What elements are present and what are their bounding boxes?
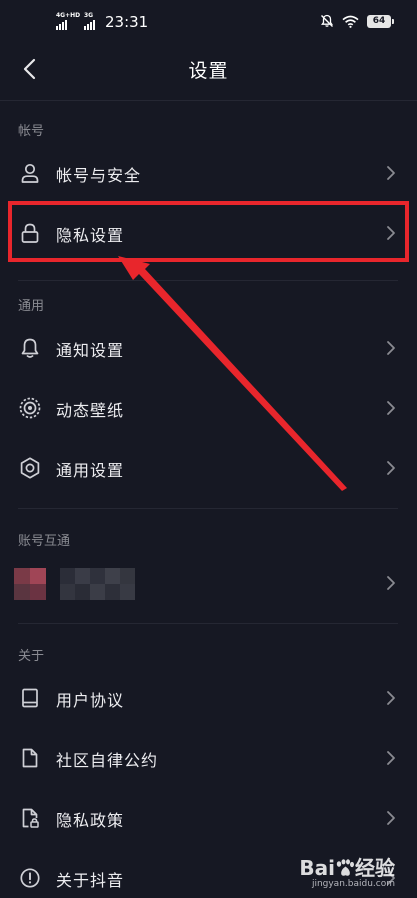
watermark-url: jingyan.baidu.com — [311, 879, 395, 889]
watermark: Bai 经验 jingyan.baidu.com — [299, 852, 395, 889]
annotation-arrow — [118, 256, 347, 491]
paw-logo-icon — [335, 858, 355, 876]
watermark-brand: Bai 经验 — [299, 852, 395, 881]
settings-page: 4G+HD 3G 23:31 64 设置 帐号 帐号与安全 隐私设置 通用 通知… — [0, 0, 417, 898]
watermark-brand-text: Bai — [299, 856, 335, 880]
watermark-brand-tail: 经验 — [355, 856, 395, 880]
